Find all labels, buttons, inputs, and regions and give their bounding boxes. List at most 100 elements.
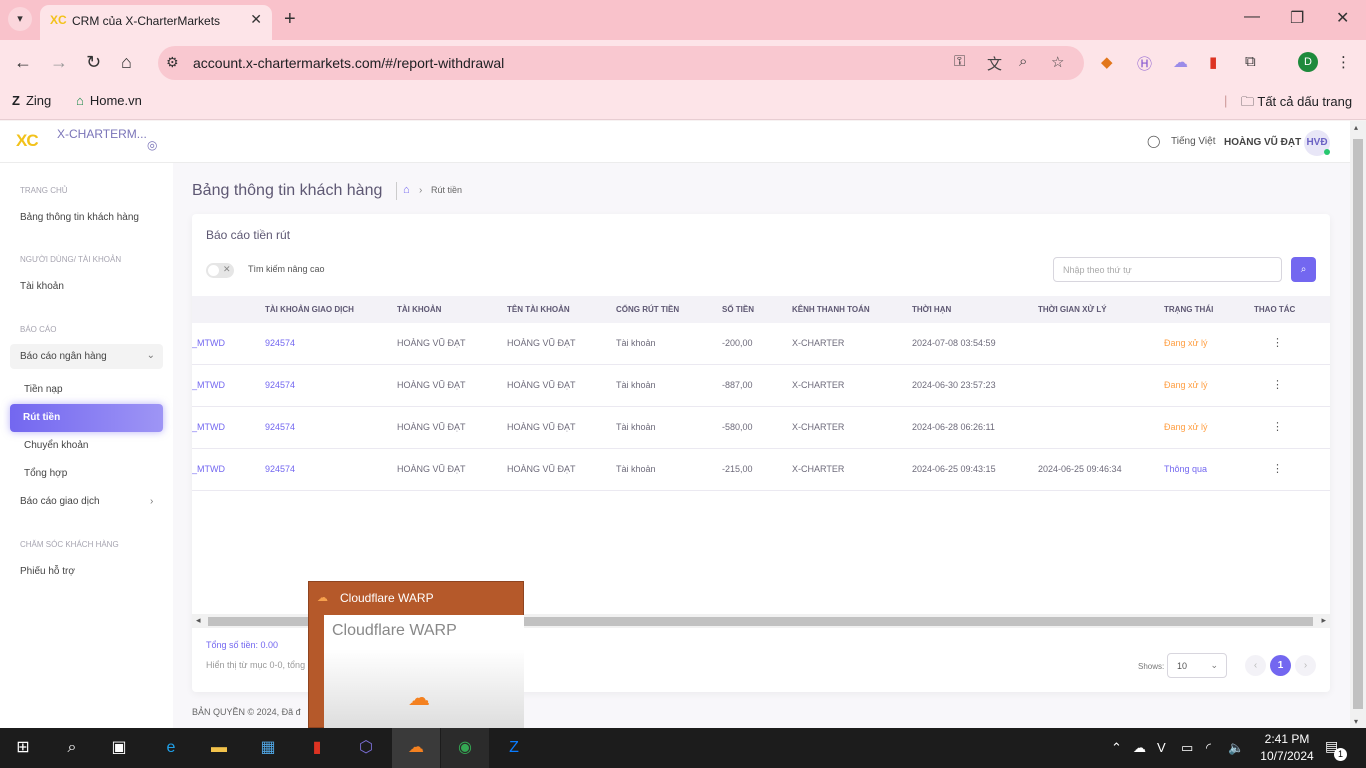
- file-explorer-icon[interactable]: ▬: [206, 736, 232, 760]
- url-text[interactable]: account.x-chartermarkets.com/#/report-wi…: [193, 55, 504, 71]
- pagination-page[interactable]: 1: [1270, 655, 1291, 676]
- window-close-icon[interactable]: ✕: [1336, 8, 1349, 28]
- tray-chevron-up-icon[interactable]: ⌃: [1111, 740, 1122, 756]
- table-row[interactable]: _MTWD 924574 HOÀNG VŨ ĐẠT HOÀNG VŨ ĐẠT T…: [192, 407, 1330, 449]
- user-name[interactable]: HOÀNG VŨ ĐẠT: [1224, 137, 1301, 148]
- trading-app-icon[interactable]: ▮: [304, 736, 330, 760]
- reload-icon[interactable]: ↻: [86, 52, 101, 73]
- more-actions-icon[interactable]: ⋮: [1272, 336, 1283, 349]
- battery-icon[interactable]: ▭: [1181, 740, 1193, 756]
- app-logo[interactable]: XC: [16, 131, 39, 151]
- translate-icon[interactable]: 文: [987, 53, 1002, 74]
- taskbar-time[interactable]: 2:41 PM: [1262, 732, 1312, 746]
- scroll-down-icon[interactable]: ▾: [1354, 717, 1358, 726]
- forward-icon[interactable]: →: [50, 52, 68, 73]
- chrome-icon[interactable]: ◉: [452, 736, 478, 760]
- maximize-icon[interactable]: ❐: [1290, 8, 1304, 28]
- bookmark-zing[interactable]: Z Zing: [12, 93, 51, 108]
- sidebar-item-withdraw[interactable]: Rút tiền: [10, 404, 163, 432]
- cell-trade-account[interactable]: 924574: [265, 380, 295, 390]
- cell-trade-account[interactable]: 924574: [265, 338, 295, 348]
- pagination-next-icon[interactable]: ›: [1295, 655, 1316, 676]
- extension-chart-icon[interactable]: ▮: [1209, 53, 1217, 71]
- cell-trade-account[interactable]: 924574: [265, 422, 295, 432]
- sidebar-item-accounts[interactable]: Tài khoản: [20, 281, 64, 292]
- password-key-icon[interactable]: ⚿: [954, 53, 965, 70]
- cloudflare-warp-taskbar-icon[interactable]: ☁: [403, 736, 429, 760]
- store-icon[interactable]: ▦: [255, 736, 281, 760]
- new-tab-icon[interactable]: +: [284, 8, 296, 31]
- sidebar-item-trade-reports[interactable]: Báo cáo giao dịch: [20, 496, 100, 507]
- cell-code[interactable]: _MTWD: [192, 338, 225, 348]
- col-header[interactable]: TRẠNG THÁI: [1164, 305, 1213, 314]
- col-header[interactable]: SỐ TIỀN: [722, 305, 754, 314]
- chat-icon[interactable]: ◯: [1147, 134, 1160, 148]
- sidebar-item-dashboard[interactable]: Bảng thông tin khách hàng: [20, 212, 139, 223]
- scroll-left-icon[interactable]: ◂: [196, 615, 201, 626]
- bookmark-homevn[interactable]: ⌂ Home.vn: [76, 93, 142, 108]
- zalo-icon[interactable]: Z: [501, 736, 527, 760]
- extension-h-icon[interactable]: Ⓗ: [1137, 53, 1152, 74]
- tray-cloud-icon[interactable]: ☁: [1133, 740, 1146, 756]
- sidebar-item-deposit[interactable]: Tiền nạp: [24, 384, 63, 395]
- scrollbar-thumb[interactable]: [1353, 139, 1363, 709]
- address-bar[interactable]: ⚙ account.x-chartermarkets.com/#/report-…: [158, 46, 1084, 80]
- site-info-icon[interactable]: ⚙: [166, 54, 179, 71]
- volume-icon[interactable]: 🔈: [1228, 740, 1244, 756]
- scroll-up-icon[interactable]: ▴: [1354, 123, 1358, 132]
- sidebar-toggle-icon[interactable]: ◎: [147, 138, 157, 152]
- col-header[interactable]: THỜI HẠN: [912, 305, 951, 314]
- taskbar-search-icon[interactable]: ⌕: [59, 736, 85, 760]
- scroll-right-icon[interactable]: ▸: [1321, 615, 1326, 626]
- warp-preview[interactable]: Cloudflare WARP ☁: [324, 615, 524, 729]
- language-selector[interactable]: Tiếng Việt: [1171, 136, 1215, 147]
- col-header[interactable]: KÊNH THANH TOÁN: [792, 305, 870, 314]
- sidebar-item-bank-reports[interactable]: Báo cáo ngân hàng ⌄: [10, 344, 163, 369]
- profile-avatar[interactable]: D: [1298, 52, 1318, 72]
- all-bookmarks[interactable]: 🗀 Tất cả dấu trang: [1241, 93, 1352, 115]
- cell-trade-account[interactable]: 924574: [265, 464, 295, 474]
- col-header[interactable]: THỜI GIAN XỬ LÝ: [1038, 305, 1107, 314]
- page-vertical-scrollbar[interactable]: ▴ ▾: [1350, 121, 1366, 728]
- metamask-extension-icon[interactable]: ◆: [1101, 53, 1113, 71]
- cloudflare-warp-window[interactable]: ☁ Cloudflare WARP Cloudflare WARP ☁: [308, 581, 524, 729]
- search-input[interactable]: [1053, 257, 1282, 282]
- taskbar-date[interactable]: 10/7/2024: [1256, 749, 1318, 763]
- col-header[interactable]: TÀI KHOẢN: [397, 305, 441, 314]
- browser-menu-icon[interactable]: ⋮: [1336, 53, 1351, 71]
- tab-close-icon[interactable]: ✕: [250, 11, 262, 28]
- table-row[interactable]: _MTWD 924574 HOÀNG VŨ ĐẠT HOÀNG VŨ ĐẠT T…: [192, 365, 1330, 407]
- advanced-search-toggle[interactable]: ✕: [206, 263, 234, 278]
- search-button[interactable]: ⌕: [1291, 257, 1316, 282]
- sidebar-item-transfer[interactable]: Chuyển khoản: [24, 440, 89, 451]
- col-header[interactable]: TÊN TÀI KHOẢN: [507, 305, 570, 314]
- windows-start-icon[interactable]: ⊞: [10, 736, 36, 760]
- network-app-icon[interactable]: ⬡: [353, 736, 379, 760]
- back-icon[interactable]: ←: [14, 52, 32, 73]
- edge-icon[interactable]: e: [158, 736, 184, 760]
- sidebar-item-summary[interactable]: Tổng hợp: [24, 468, 67, 479]
- more-actions-icon[interactable]: ⋮: [1272, 378, 1283, 391]
- cell-code[interactable]: _MTWD: [192, 380, 225, 390]
- extensions-puzzle-icon[interactable]: ⧉: [1245, 53, 1256, 70]
- table-row[interactable]: _MTWD 924574 HOÀNG VŨ ĐẠT HOÀNG VŨ ĐẠT T…: [192, 449, 1330, 491]
- task-view-icon[interactable]: ▣: [106, 736, 132, 760]
- col-header[interactable]: CỔNG RÚT TIỀN: [616, 305, 679, 314]
- col-header[interactable]: TÀI KHOẢN GIAO DỊCH: [265, 305, 354, 314]
- tray-v-icon[interactable]: V: [1157, 740, 1166, 755]
- more-actions-icon[interactable]: ⋮: [1272, 420, 1283, 433]
- browser-tab[interactable]: XC CRM của X-CharterMarkets ✕: [40, 5, 272, 40]
- pagination-prev-icon[interactable]: ‹: [1245, 655, 1266, 676]
- cell-code[interactable]: _MTWD: [192, 422, 225, 432]
- page-size-select[interactable]: 10 ⌄: [1167, 653, 1227, 678]
- wifi-icon[interactable]: ◜: [1206, 740, 1211, 756]
- extension-feather-icon[interactable]: ☁: [1173, 53, 1188, 71]
- more-actions-icon[interactable]: ⋮: [1272, 462, 1283, 475]
- breadcrumb-home-icon[interactable]: ⌂: [403, 184, 410, 196]
- home-icon[interactable]: ⌂: [121, 52, 132, 73]
- table-row[interactable]: _MTWD 924574 HOÀNG VŨ ĐẠT HOÀNG VŨ ĐẠT T…: [192, 323, 1330, 365]
- tab-search-icon[interactable]: ▾: [8, 7, 32, 31]
- minimize-icon[interactable]: —: [1244, 8, 1260, 26]
- sidebar-item-tickets[interactable]: Phiếu hỗ trợ: [20, 566, 75, 577]
- bookmark-star-icon[interactable]: ☆: [1051, 53, 1064, 71]
